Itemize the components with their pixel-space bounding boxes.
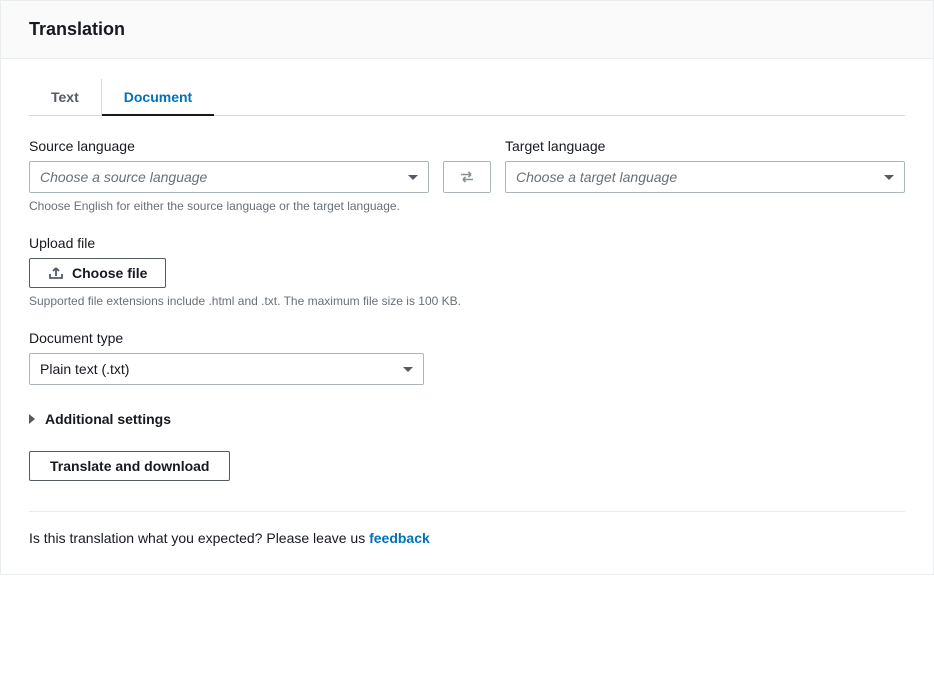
panel-content: Text Document Source language Choose a s… (1, 59, 933, 574)
tab-document-label: Document (124, 89, 192, 105)
upload-file-label: Upload file (29, 235, 905, 251)
additional-settings-toggle[interactable]: Additional settings (29, 411, 171, 427)
choose-file-button[interactable]: Choose file (29, 258, 166, 288)
target-language-select[interactable]: Choose a target language (505, 161, 905, 193)
upload-hint: Supported file extensions include .html … (29, 294, 905, 308)
chevron-down-icon (408, 175, 418, 180)
translation-panel: Translation Text Document Source languag… (0, 0, 934, 575)
document-type-value: Plain text (.txt) (40, 361, 129, 377)
document-type-label: Document type (29, 330, 905, 346)
translate-button-label: Translate and download (50, 458, 209, 474)
tab-document[interactable]: Document (102, 79, 214, 115)
source-language-column: Source language Choose a source language (29, 138, 429, 193)
caret-right-icon (29, 414, 35, 424)
swap-icon (459, 169, 475, 185)
source-language-select[interactable]: Choose a source language (29, 161, 429, 193)
tab-text[interactable]: Text (29, 79, 102, 115)
source-language-hint: Choose English for either the source lan… (29, 199, 905, 213)
divider (29, 511, 905, 512)
page-title: Translation (29, 19, 905, 40)
additional-settings-label: Additional settings (45, 411, 171, 427)
translate-and-download-button[interactable]: Translate and download (29, 451, 230, 481)
feedback-row: Is this translation what you expected? P… (29, 530, 905, 546)
swap-languages-button[interactable] (443, 161, 491, 193)
source-language-label: Source language (29, 138, 429, 154)
target-language-column: Target language Choose a target language (505, 138, 905, 193)
swap-column (443, 138, 491, 193)
target-language-placeholder: Choose a target language (516, 169, 677, 185)
source-language-placeholder: Choose a source language (40, 169, 207, 185)
document-type-select[interactable]: Plain text (.txt) (29, 353, 424, 385)
language-row: Source language Choose a source language… (29, 138, 905, 193)
chevron-down-icon (403, 367, 413, 372)
choose-file-label: Choose file (72, 265, 147, 281)
panel-header: Translation (1, 1, 933, 59)
target-language-label: Target language (505, 138, 905, 154)
upload-section: Upload file Choose file Supported file e… (29, 235, 905, 308)
document-type-section: Document type Plain text (.txt) (29, 330, 905, 385)
chevron-down-icon (884, 175, 894, 180)
tab-bar: Text Document (29, 79, 905, 116)
feedback-prompt: Is this translation what you expected? P… (29, 530, 369, 546)
upload-icon (48, 265, 64, 281)
tab-text-label: Text (51, 89, 79, 105)
feedback-link[interactable]: feedback (369, 530, 430, 546)
